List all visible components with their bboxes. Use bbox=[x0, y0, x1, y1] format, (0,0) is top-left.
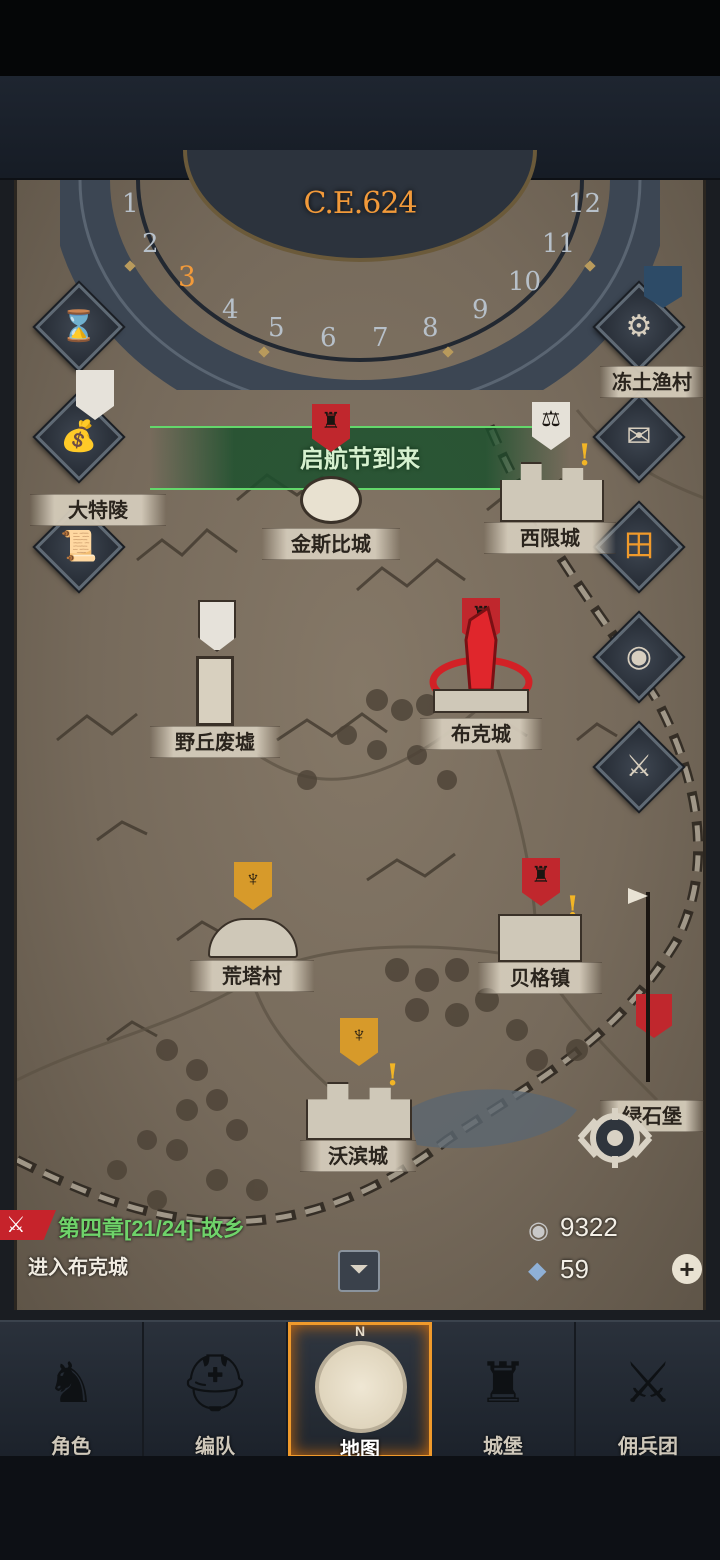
nav-tab-castle[interactable]: ♜ 城堡 bbox=[432, 1322, 576, 1458]
collapse-button[interactable]: ⏷ bbox=[338, 1250, 380, 1292]
svg-text:2: 2 bbox=[142, 229, 159, 259]
current-location-marker bbox=[429, 605, 533, 713]
hourglass-icon: ⌛ bbox=[60, 310, 98, 343]
knight-icon: ♞ bbox=[45, 1351, 97, 1414]
quest-objective[interactable]: 进入布克城 bbox=[28, 1251, 128, 1280]
town-icon bbox=[498, 914, 582, 962]
calendar-year: C.E.624 bbox=[303, 186, 417, 221]
mail-icon: ✉ bbox=[626, 420, 652, 453]
mercenary-icon: ⚔ bbox=[622, 1351, 674, 1414]
svg-text:7: 7 bbox=[372, 323, 389, 353]
quest-marker-icon: ! bbox=[578, 438, 592, 473]
nav-tab-formation[interactable]: ⛑ 编队 bbox=[144, 1322, 288, 1458]
calendar-grid-icon: 田 bbox=[624, 530, 654, 563]
system-nav-area bbox=[0, 1456, 720, 1560]
status-bar-area bbox=[0, 0, 720, 76]
nav-label: 城堡 bbox=[483, 1436, 523, 1458]
compass-icon bbox=[315, 1341, 407, 1433]
svg-text:1: 1 bbox=[122, 189, 139, 219]
crossed-swords-icon: ⚔ bbox=[6, 1212, 26, 1237]
coin-icon: ◉ bbox=[625, 640, 653, 673]
tower-ruin-icon bbox=[196, 656, 234, 726]
location-dateling[interactable]: 大特陵 bbox=[30, 494, 166, 526]
silver-amount: 9322 bbox=[560, 1212, 618, 1242]
location-jinsibi[interactable]: 金斯比城 bbox=[262, 528, 400, 560]
location-huangta[interactable]: 荒塔村 bbox=[190, 960, 314, 992]
location-dongtu[interactable]: 冻土渔村 bbox=[600, 366, 704, 398]
flag-pole bbox=[646, 892, 650, 1082]
svg-text:8: 8 bbox=[422, 313, 439, 343]
compass-north-label: N bbox=[354, 1323, 366, 1339]
helmet-sword-icon: ⚔ bbox=[625, 750, 653, 783]
chevron-down-icon: ⏷ bbox=[349, 1256, 369, 1283]
nav-label: 佣兵团 bbox=[618, 1436, 678, 1458]
nav-label: 角色 bbox=[51, 1436, 91, 1458]
nav-tab-mercenary[interactable]: ⚔ 佣兵团 bbox=[576, 1322, 720, 1458]
scroll-icon: 📜 bbox=[60, 530, 98, 563]
svg-text:4: 4 bbox=[222, 295, 239, 325]
crystal-icon: ◆ bbox=[528, 1257, 547, 1284]
helmet-icon: ⛑ bbox=[179, 1351, 251, 1414]
nav-label: 编队 bbox=[195, 1436, 235, 1458]
location-wobin[interactable]: 沃滨城 bbox=[300, 1140, 416, 1172]
svg-text:3: 3 bbox=[178, 260, 196, 293]
crystal-amount: 59 bbox=[560, 1254, 589, 1284]
quest-chapter[interactable]: 第四章[21/24]-故乡 bbox=[58, 1211, 245, 1243]
svg-text:10: 10 bbox=[508, 267, 541, 297]
castle-icon: ♜ bbox=[477, 1351, 529, 1414]
svg-text:11: 11 bbox=[542, 229, 575, 259]
svg-text:5: 5 bbox=[268, 313, 285, 343]
location-xixian[interactable]: 西限城 bbox=[484, 522, 616, 554]
location-beige[interactable]: 贝格镇 bbox=[478, 962, 602, 994]
svg-text:12: 12 bbox=[568, 189, 601, 219]
castle-lock-icon bbox=[300, 476, 362, 524]
location-yeqiu[interactable]: 野丘废墟 bbox=[150, 726, 280, 758]
location-buke[interactable]: 布克城 bbox=[420, 718, 542, 750]
bottom-nav: ♞ 角色 ⛑ 编队 N 地图 ♜ 城堡 ⚔ 佣兵团 bbox=[0, 1320, 720, 1461]
svg-text:6: 6 bbox=[320, 323, 337, 353]
nav-tab-map[interactable]: N 地图 bbox=[288, 1322, 432, 1461]
svg-text:9: 9 bbox=[472, 295, 489, 325]
nav-tab-character[interactable]: ♞ 角色 bbox=[0, 1322, 144, 1458]
quest-marker-icon: ! bbox=[386, 1058, 400, 1093]
recenter-button[interactable] bbox=[560, 1100, 670, 1176]
silver-coin-icon: ◉ bbox=[528, 1217, 549, 1244]
loot-bag-icon: 💰 bbox=[60, 420, 98, 453]
gear-icon: ⚙ bbox=[625, 310, 653, 343]
add-currency-button[interactable]: + bbox=[672, 1254, 702, 1284]
